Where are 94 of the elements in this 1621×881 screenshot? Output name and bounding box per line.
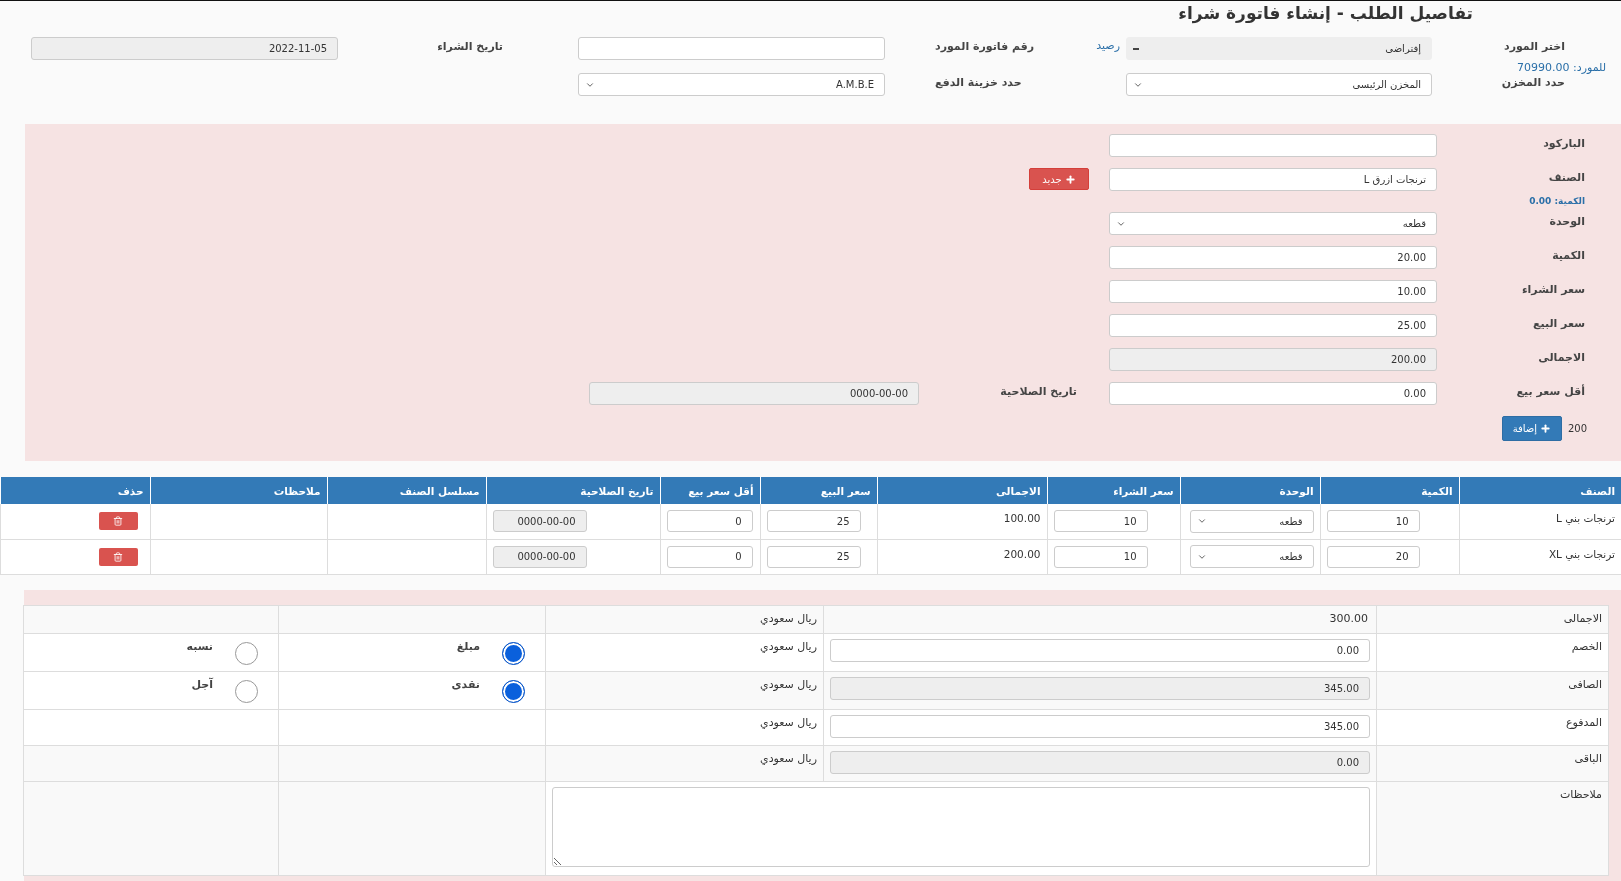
input-field[interactable]: 2022-11-05 [31,37,338,60]
column-header: حذف [0,477,150,504]
summary-label: الخصم [1571,639,1602,653]
table-cell: ترنجات بني XL [1459,539,1621,574]
field-label: الصنف [1548,170,1585,184]
currency-label: ريال سعودي [760,715,817,729]
new-item-button[interactable]: جديد [1029,168,1089,190]
input-field[interactable]: 345.00 [830,714,1370,738]
input-field[interactable]: ترنجات ازرق L [1109,168,1437,191]
select-field[interactable]: إفتراضى [1126,37,1432,60]
input-field[interactable]: 345.00 [830,676,1370,700]
currency-label: ريال سعودي [760,751,817,765]
column-header: أقل سعر بيع [660,477,760,504]
caret-icon [1133,47,1139,50]
summary-label: الاجمالى [1563,611,1602,625]
delete-button[interactable] [98,512,138,531]
input-field[interactable] [1109,134,1437,157]
supplier-balance: للمورد: 70990.00 [1517,61,1607,74]
column-header: ملاحظات [150,477,327,504]
input-field[interactable]: 20.00 [1109,246,1437,269]
column-header: تاريخ الصلاحية [486,477,660,504]
input-field[interactable]: 25.00 [1109,314,1437,337]
radio-button[interactable] [502,679,525,703]
field-label: الوحدة [1549,214,1585,228]
column-header: مسلسل الصنف [327,477,486,504]
input-field[interactable]: 0000-00-00 [492,545,587,568]
select-field[interactable]: قطعه [1189,509,1314,533]
stock-quantity: الكمية: 0.00 [1529,196,1585,206]
input-field[interactable]: 10 [1326,510,1420,533]
field-label: الاجمالى [1538,350,1585,364]
field-label: حدد خزينة الدفع [935,75,1022,89]
radio-label: نقدى [451,677,480,691]
column-header: سعر الشراء [1047,477,1180,504]
table-cell: 100.00 [877,504,1047,539]
radio-label: آجل [191,677,213,691]
trash-icon [113,516,123,527]
field-label: تاريخ الصلاحية [999,384,1077,398]
radio-label: نسبه [186,639,213,653]
select-field[interactable]: قطعه [1189,545,1314,568]
radio-button[interactable] [235,641,258,665]
input-field[interactable]: 200.00 [1109,348,1437,371]
input-field[interactable]: 0000-00-00 [492,510,587,533]
summary-value: 300.00 [1329,611,1368,625]
balance-link[interactable]: رصيد [1096,38,1120,52]
currency-label: ريال سعودي [760,611,817,625]
input-field[interactable]: 25 [766,510,861,533]
column-header: الكمية [1320,477,1459,504]
input-field[interactable]: 0 [666,510,753,533]
field-label: الكمية [1552,248,1585,262]
input-field[interactable]: 0.00 [830,750,1370,774]
input-field[interactable]: 0.00 [1109,382,1437,405]
notes-field[interactable] [552,786,1370,867]
add-button[interactable]: إضافة [1501,416,1562,441]
field-label: سعر الشراء [1521,282,1585,296]
radio-label: مبلغ [456,639,480,653]
field-label: سعر البيع [1532,316,1585,330]
table-cell: 200.00 [877,539,1047,574]
input-field[interactable]: 10.00 [1109,280,1437,303]
input-field[interactable]: 25 [766,545,861,568]
delete-button[interactable] [98,547,138,566]
summary-label: الباقى [1574,751,1602,765]
field-label: أقل سعر بيع [1516,383,1585,398]
field-label: رقم فاتورة المورد [935,39,1035,53]
item-count: 200 [1567,423,1587,434]
trash-icon [113,551,123,562]
input-field[interactable]: 10 [1053,510,1148,533]
input-field[interactable] [578,37,885,60]
input-field[interactable]: 0 [666,545,753,568]
summary-label: المدفوع [1565,715,1602,729]
field-label: الباركود [1543,136,1585,150]
table-cell: ترنجات بني L [1459,504,1621,539]
select-field[interactable]: A.M.B.E [578,73,885,96]
field-label: حدد المخزن [1501,75,1566,89]
summary-label: ملاحظات [1560,787,1602,801]
input-field[interactable]: 0.00 [830,638,1370,662]
column-header: سعر البيع [760,477,877,504]
currency-label: ريال سعودي [760,677,817,691]
field-label: تاريخ الشراء [437,39,504,53]
plus-icon [1540,423,1552,434]
column-header: الوحدة [1180,477,1320,504]
select-field[interactable]: المخزن الرئيسى [1126,73,1432,96]
radio-button[interactable] [235,679,258,703]
field-label: اختر المورد [1504,39,1566,53]
input-field[interactable]: 20 [1326,545,1420,568]
input-field[interactable]: 10 [1053,545,1148,568]
select-field[interactable]: قطعه [1109,212,1437,235]
column-header: الاجمالى [877,477,1047,504]
summary-label: الصافى [1568,677,1602,691]
column-header: الصنف [1459,477,1621,504]
page-title: تفاصيل الطلب - إنشاء فاتورة شراء [1178,3,1473,23]
currency-label: ريال سعودي [760,639,817,653]
radio-button[interactable] [502,641,525,665]
plus-icon [1064,173,1076,185]
input-field[interactable]: 0000-00-00 [589,382,919,405]
